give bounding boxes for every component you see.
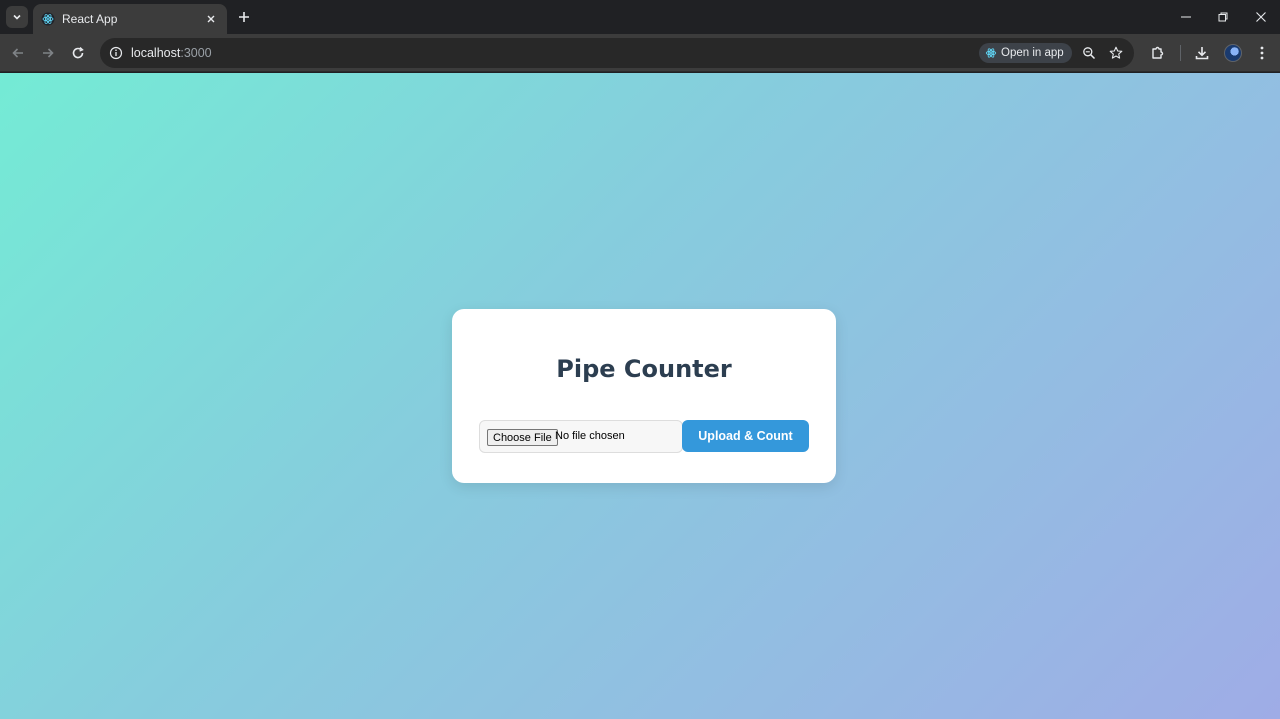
browser-tab[interactable]: React App: [33, 4, 227, 34]
tab-strip: React App: [0, 0, 1280, 34]
downloads-button[interactable]: [1192, 43, 1212, 63]
toolbar-separator: [1180, 45, 1181, 61]
reload-button[interactable]: [67, 42, 89, 64]
zoom-icon: [1083, 47, 1096, 60]
upload-card: Pipe Counter Choose File No file chosen …: [452, 309, 836, 483]
file-status-text: No file chosen: [555, 430, 625, 442]
tab-close-button[interactable]: [203, 11, 219, 27]
address-bar[interactable]: localhost:3000 Open in app: [100, 38, 1134, 68]
file-input[interactable]: Choose File No file chosen: [479, 420, 683, 453]
star-icon: [1109, 46, 1123, 59]
close-icon: [1256, 12, 1266, 22]
url-port: :3000: [180, 46, 212, 60]
reload-icon: [72, 46, 84, 59]
minimize-button[interactable]: [1175, 6, 1197, 28]
page-title: Pipe Counter: [556, 355, 732, 383]
tab-title: React App: [62, 12, 118, 26]
restore-button[interactable]: [1212, 6, 1234, 28]
url-host: localhost: [131, 46, 181, 60]
upload-count-button[interactable]: Upload & Count: [682, 420, 809, 452]
open-in-app-button[interactable]: Open in app: [979, 43, 1072, 63]
browser-toolbar: localhost:3000 Open in app: [0, 34, 1280, 72]
page-viewport: Pipe Counter Choose File No file chosen …: [0, 73, 1280, 719]
window-close-button[interactable]: [1250, 6, 1272, 28]
close-icon: [207, 15, 215, 23]
info-icon: [109, 46, 123, 60]
arrow-left-icon: [12, 48, 23, 58]
new-tab-button[interactable]: [234, 7, 254, 27]
tab-search-button[interactable]: [6, 6, 28, 28]
back-button[interactable]: [7, 42, 29, 64]
extensions-button[interactable]: [1148, 43, 1168, 63]
forward-button[interactable]: [37, 42, 59, 64]
restore-icon: [1218, 12, 1228, 22]
chevron-down-icon: [13, 14, 21, 20]
react-icon: [985, 48, 997, 58]
arrow-right-icon: [43, 48, 54, 58]
choose-file-button[interactable]: Choose File: [487, 429, 558, 446]
zoom-button[interactable]: [1081, 45, 1097, 61]
puzzle-icon: [1152, 46, 1164, 59]
minimize-icon: [1181, 16, 1191, 18]
react-icon: [41, 12, 55, 26]
browser-menu-button[interactable]: [1252, 43, 1272, 63]
plus-icon: [239, 12, 249, 22]
kebab-icon: [1260, 46, 1264, 60]
open-in-app-label: Open in app: [1001, 47, 1064, 59]
site-info-button[interactable]: [108, 45, 124, 61]
profile-avatar[interactable]: [1224, 44, 1242, 62]
download-icon: [1195, 47, 1209, 60]
url-text[interactable]: localhost:3000: [131, 46, 212, 60]
bookmark-button[interactable]: [1108, 45, 1124, 61]
